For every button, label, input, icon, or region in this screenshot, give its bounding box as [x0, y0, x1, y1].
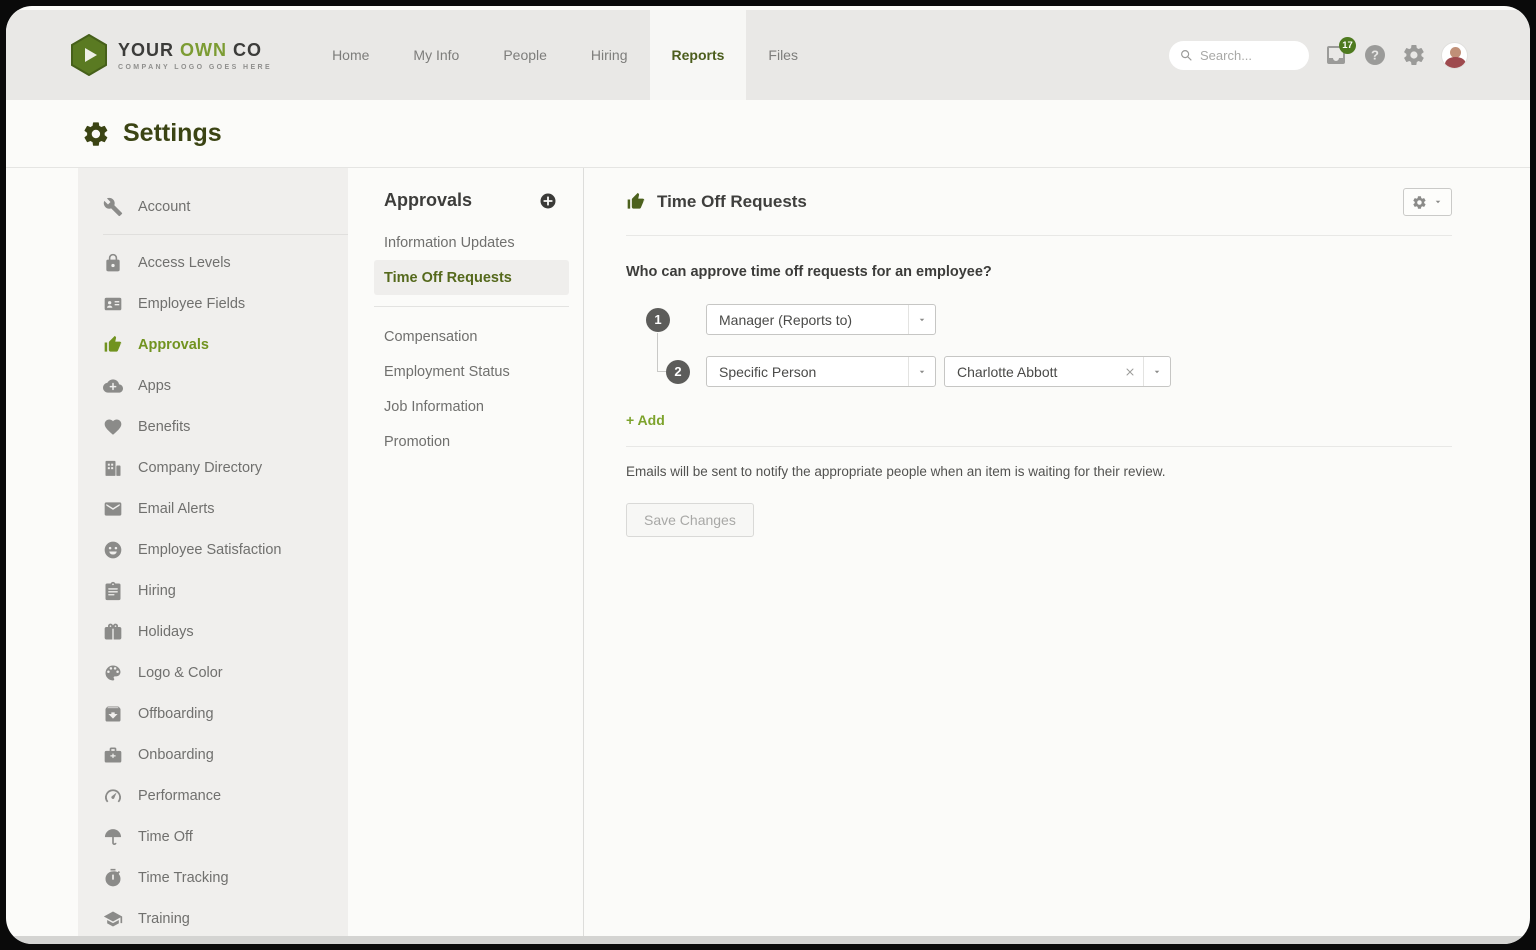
- approval-steps: 1 Manager (Reports to) 2 Specific Person…: [626, 304, 1452, 387]
- archive-box-icon: [103, 704, 123, 724]
- sidebar-item-benefits[interactable]: Benefits: [78, 406, 348, 447]
- logo-hexagon-icon: [70, 34, 108, 76]
- sidebar-item-time-tracking[interactable]: Time Tracking: [78, 857, 348, 898]
- panel-settings-menu-button[interactable]: [1403, 188, 1452, 216]
- approver-question: Who can approve time off requests for an…: [626, 264, 1452, 280]
- divider: [103, 234, 348, 235]
- sidebar-item-access-levels[interactable]: Access Levels: [78, 242, 348, 283]
- gear-icon[interactable]: [1402, 43, 1426, 67]
- id-card-icon: [103, 294, 123, 314]
- sidebar-item-training[interactable]: Training: [78, 898, 348, 939]
- subnav-title: Approvals: [384, 190, 472, 211]
- help-icon[interactable]: [1363, 43, 1387, 67]
- plus-circle-icon[interactable]: [539, 192, 557, 210]
- clipboard-icon: [103, 581, 123, 601]
- building-icon: [103, 458, 123, 478]
- panel-title: Time Off Requests: [657, 192, 807, 212]
- inbox-tray-icon[interactable]: 17: [1324, 43, 1348, 67]
- avatar[interactable]: [1441, 42, 1468, 69]
- nav-reports[interactable]: Reports: [650, 10, 747, 100]
- approver-level-2-select[interactable]: Specific Person: [706, 356, 936, 387]
- sidebar-item-company-directory[interactable]: Company Directory: [78, 447, 348, 488]
- caret-down-icon[interactable]: [908, 305, 935, 334]
- subnav-item-time-off-requests[interactable]: Time Off Requests: [374, 260, 569, 295]
- sidebar-item-email-alerts[interactable]: Email Alerts: [78, 488, 348, 529]
- umbrella-icon: [103, 827, 123, 847]
- page-title: Settings: [123, 119, 222, 148]
- sidebar-item-apps[interactable]: Apps: [78, 365, 348, 406]
- sidebar-item-employee-fields[interactable]: Employee Fields: [78, 283, 348, 324]
- clear-selection-icon[interactable]: [1117, 357, 1143, 386]
- wrench-icon: [103, 197, 123, 217]
- gauge-icon: [103, 786, 123, 806]
- nav-home[interactable]: Home: [310, 10, 391, 100]
- add-approver-link[interactable]: + Add: [626, 412, 665, 428]
- sidebar-item-hiring[interactable]: Hiring: [78, 570, 348, 611]
- email-notice: Emails will be sent to notify the approp…: [626, 464, 1452, 479]
- main-panel: Time Off Requests Who can approve time o…: [584, 168, 1530, 944]
- approver-level-1-select[interactable]: Manager (Reports to): [706, 304, 936, 335]
- nav-hiring[interactable]: Hiring: [569, 10, 650, 100]
- search-input[interactable]: [1200, 48, 1299, 63]
- subnav-item-promotion[interactable]: Promotion: [374, 424, 569, 459]
- sidebar-item-holidays[interactable]: Holidays: [78, 611, 348, 652]
- gear-icon: [1412, 195, 1427, 210]
- nav-my-info[interactable]: My Info: [391, 10, 481, 100]
- heart-icon: [103, 417, 123, 437]
- thumbs-up-icon: [103, 335, 123, 355]
- sidebar-item-employee-satisfaction[interactable]: Employee Satisfaction: [78, 529, 348, 570]
- envelope-icon: [103, 499, 123, 519]
- person-select[interactable]: Charlotte Abbott: [944, 356, 1171, 387]
- settings-sidebar: Account Access Levels Employee Fields Ap…: [78, 168, 348, 944]
- graduation-cap-icon: [103, 909, 123, 929]
- sidebar-item-account[interactable]: Account: [78, 186, 348, 227]
- nav-files[interactable]: Files: [746, 10, 820, 100]
- palette-icon: [103, 663, 123, 683]
- page-header: Settings: [6, 100, 1530, 168]
- subnav-item-job-information[interactable]: Job Information: [374, 389, 569, 424]
- logo-text: YOUR OWN CO: [118, 40, 272, 61]
- settings-gear-icon: [82, 120, 110, 148]
- logo-subtitle: COMPANY LOGO GOES HERE: [118, 64, 272, 71]
- notification-badge: 17: [1339, 37, 1356, 54]
- gift-icon: [103, 622, 123, 642]
- approvals-subnav: Approvals Information Updates Time Off R…: [348, 168, 584, 944]
- caret-down-icon[interactable]: [1143, 357, 1170, 386]
- sidebar-item-time-off[interactable]: Time Off: [78, 816, 348, 857]
- top-nav-bar: YOUR OWN CO COMPANY LOGO GOES HERE Home …: [6, 10, 1530, 100]
- smiley-icon: [103, 540, 123, 560]
- caret-down-icon: [1433, 197, 1443, 207]
- stopwatch-icon: [103, 868, 123, 888]
- lock-icon: [103, 253, 123, 273]
- primary-nav: Home My Info People Hiring Reports Files: [310, 10, 820, 100]
- content-area: Account Access Levels Employee Fields Ap…: [6, 168, 1530, 944]
- divider: [626, 446, 1452, 447]
- search-icon: [1179, 48, 1193, 62]
- step-2-badge: 2: [666, 360, 690, 384]
- app-window: YOUR OWN CO COMPANY LOGO GOES HERE Home …: [6, 6, 1530, 944]
- cloud-icon: [103, 376, 123, 396]
- save-changes-button[interactable]: Save Changes: [626, 503, 754, 537]
- briefcase-icon: [103, 745, 123, 765]
- top-right-cluster: 17: [1169, 10, 1468, 100]
- sidebar-item-logo-color[interactable]: Logo & Color: [78, 652, 348, 693]
- sidebar-item-onboarding[interactable]: Onboarding: [78, 734, 348, 775]
- subnav-item-employment-status[interactable]: Employment Status: [374, 354, 569, 389]
- bottom-scrollbar-track[interactable]: [6, 936, 1530, 944]
- search-box[interactable]: [1169, 41, 1309, 70]
- thumbs-up-icon: [626, 192, 646, 212]
- subnav-item-compensation[interactable]: Compensation: [374, 319, 569, 354]
- company-logo[interactable]: YOUR OWN CO COMPANY LOGO GOES HERE: [70, 10, 272, 100]
- divider: [374, 306, 569, 307]
- divider: [626, 235, 1452, 236]
- sidebar-item-performance[interactable]: Performance: [78, 775, 348, 816]
- nav-people[interactable]: People: [481, 10, 569, 100]
- sidebar-item-offboarding[interactable]: Offboarding: [78, 693, 348, 734]
- sidebar-item-approvals[interactable]: Approvals: [78, 324, 348, 365]
- caret-down-icon[interactable]: [908, 357, 935, 386]
- step-1-badge: 1: [646, 308, 670, 332]
- subnav-item-information-updates[interactable]: Information Updates: [374, 225, 569, 260]
